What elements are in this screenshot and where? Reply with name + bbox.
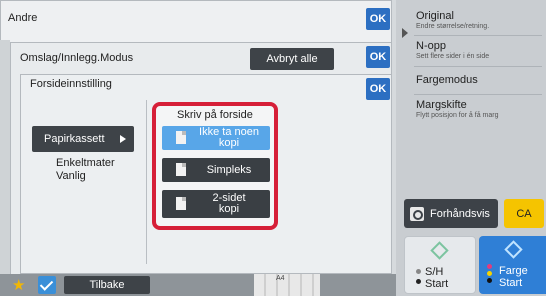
arrow-right-icon xyxy=(120,135,126,143)
side-item-original[interactable]: Original Endre størrelse/retning. xyxy=(416,10,542,30)
back-button[interactable]: Tilbake xyxy=(64,276,150,294)
option-label-line2: kopi xyxy=(218,203,240,215)
paper-type: Vanlig xyxy=(56,170,86,182)
option-no-copy-button[interactable]: Ikke ta noen kopi xyxy=(162,126,270,150)
option-duplex-button[interactable]: 2-sidet kopi xyxy=(162,190,270,218)
paper-size-strip: A4 xyxy=(254,274,320,296)
black-dot-icon xyxy=(487,278,492,283)
side-item-title: Fargemodus xyxy=(416,74,478,86)
cover-insert-ok-button[interactable]: OK xyxy=(366,46,390,68)
option-simplex-button[interactable]: Simpleks xyxy=(162,158,270,182)
bw-start-label-line1: S/H xyxy=(425,266,444,278)
paper-feed: Enkeltmater xyxy=(56,157,115,169)
bw-start-label-line2: Start xyxy=(425,278,449,290)
option-label: Ikke ta noen kopi xyxy=(199,126,259,149)
yellow-dot-icon xyxy=(487,271,492,276)
clear-all-button[interactable]: CA xyxy=(504,199,544,228)
color-start-label: Farge Start xyxy=(499,265,528,289)
blank-page-icon xyxy=(176,131,186,144)
start-diamond-icon xyxy=(504,240,523,259)
side-item-n-up[interactable]: N-opp Sett flere sider i én side xyxy=(416,40,542,60)
paper-tray-button[interactable]: Papirkassett xyxy=(32,126,134,152)
magenta-dot-icon xyxy=(487,264,492,269)
other-dialog-title: Andre xyxy=(8,12,38,24)
divider xyxy=(414,94,542,95)
color-start-button[interactable]: Farge Start xyxy=(479,236,546,294)
start-diamond-icon xyxy=(430,241,449,260)
cover-setting-title: Forsideinnstilling xyxy=(30,78,112,90)
divider xyxy=(414,66,542,67)
cover-setting-ok-button[interactable]: OK xyxy=(366,78,390,100)
divider xyxy=(414,35,542,36)
bw-dot-icon xyxy=(416,279,421,284)
one-sided-page-icon xyxy=(176,163,186,176)
paper-size-label: A4 xyxy=(276,275,285,282)
option-label: 2-sidet kopi xyxy=(192,193,266,215)
side-item-title: Original xyxy=(416,10,454,22)
side-item-subtitle: Endre størrelse/retning. xyxy=(416,23,490,30)
bottom-bar xyxy=(0,274,396,296)
print-on-cover-title: Skriv på forside xyxy=(177,109,253,121)
bw-dot-icon xyxy=(416,269,421,274)
side-item-margin-shift[interactable]: Margskifte Flytt posisjon for å få marg xyxy=(416,99,542,119)
divider xyxy=(146,100,147,264)
side-item-color-mode[interactable]: Fargemodus xyxy=(416,74,542,86)
option-label: Simpleks xyxy=(206,163,252,176)
star-icon[interactable]: ★ xyxy=(12,278,25,293)
expand-arrow-icon[interactable] xyxy=(402,28,408,38)
check-icon[interactable] xyxy=(38,276,56,294)
cover-insert-title: Omslag/Innlegg.Modus xyxy=(20,52,134,64)
other-ok-button[interactable]: OK xyxy=(366,8,390,30)
paper-tray-label: Papirkassett xyxy=(44,133,105,145)
preview-button[interactable]: Forhåndsvis xyxy=(404,199,498,228)
left-edge xyxy=(0,40,10,274)
bw-start-button[interactable]: S/H Start xyxy=(404,236,476,294)
color-start-label-line1: Farge xyxy=(499,265,528,277)
bw-start-label: S/H Start xyxy=(425,266,448,290)
side-item-title: Margskifte xyxy=(416,99,467,111)
side-item-subtitle: Flytt posisjon for å få marg xyxy=(416,112,499,119)
paper-info: Enkeltmater Vanlig xyxy=(56,157,115,183)
side-item-title: N-opp xyxy=(416,40,446,52)
side-item-subtitle: Sett flere sider i én side xyxy=(416,53,490,60)
copier-screen: Original Endre størrelse/retning. N-opp … xyxy=(0,0,546,296)
cancel-all-button[interactable]: Avbryt alle xyxy=(250,48,334,70)
two-sided-page-icon xyxy=(176,197,186,210)
preview-label: Forhåndsvis xyxy=(430,207,490,220)
color-start-label-line2: Start xyxy=(499,277,523,289)
preview-icon xyxy=(410,206,424,221)
